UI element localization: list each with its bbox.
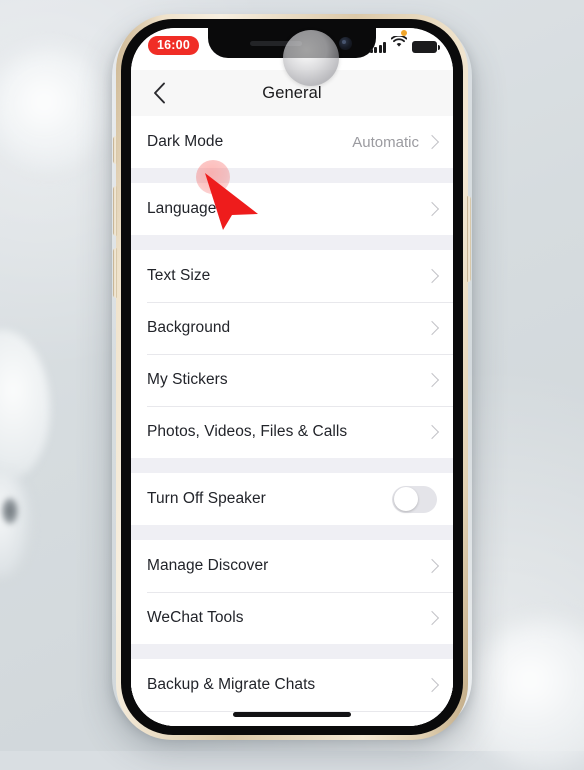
row-language[interactable]: Language xyxy=(131,183,453,235)
chevron-right-icon xyxy=(424,134,440,150)
background-object-lower-left xyxy=(0,470,30,578)
background-highlight xyxy=(0,48,110,168)
settings-list[interactable]: Dark Mode Automatic Language Text Size B… xyxy=(131,116,453,726)
mute-switch[interactable] xyxy=(113,136,117,164)
row-label: Manage Discover xyxy=(147,557,269,574)
background-object-left xyxy=(0,330,50,480)
row-label: Backup & Migrate Chats xyxy=(147,676,316,693)
chevron-right-icon xyxy=(424,558,440,574)
row-label: Language xyxy=(147,200,217,217)
cellular-signal-icon xyxy=(369,42,386,53)
row-backup-migrate-chats[interactable]: Backup & Migrate Chats xyxy=(131,659,453,711)
row-label: Text Size xyxy=(147,267,211,284)
row-my-stickers[interactable]: My Stickers xyxy=(131,354,453,406)
phone-screen: 16:00 General Dark Mode Automatic Langua… xyxy=(131,28,453,726)
back-chevron-icon xyxy=(153,82,165,104)
chevron-right-icon xyxy=(424,424,440,440)
chevron-right-icon xyxy=(424,372,440,388)
background-speck xyxy=(2,498,18,524)
row-label: Background xyxy=(147,319,231,336)
row-label: Turn Off Speaker xyxy=(147,490,266,507)
row-value: Automatic xyxy=(352,133,419,151)
chevron-right-icon xyxy=(424,610,440,626)
section-speaker: Turn Off Speaker xyxy=(131,473,453,525)
row-label: WeChat Tools xyxy=(147,609,244,626)
power-button[interactable] xyxy=(467,196,471,282)
status-time: 16:00 xyxy=(148,36,199,55)
chevron-right-icon xyxy=(424,268,440,284)
scene: 16:00 General Dark Mode Automatic Langua… xyxy=(0,0,584,770)
front-camera-icon xyxy=(339,37,352,50)
row-dark-mode[interactable]: Dark Mode Automatic xyxy=(131,116,453,168)
section-divider xyxy=(131,168,453,183)
section-display: Text Size Background My Stickers Photos,… xyxy=(131,250,453,458)
volume-down-button[interactable] xyxy=(113,248,117,298)
volume-up-button[interactable] xyxy=(113,186,117,236)
page-title: General xyxy=(262,83,322,102)
row-photos-videos-files-calls[interactable]: Photos, Videos, Files & Calls xyxy=(131,406,453,458)
row-wechat-tools[interactable]: WeChat Tools xyxy=(131,592,453,644)
row-label: Dark Mode xyxy=(147,133,224,150)
chevron-right-icon xyxy=(424,201,440,217)
row-manage-discover[interactable]: Manage Discover xyxy=(131,540,453,592)
turn-off-speaker-toggle[interactable] xyxy=(392,485,437,513)
back-button[interactable] xyxy=(139,70,179,116)
section-tools: Manage Discover WeChat Tools xyxy=(131,540,453,644)
row-background[interactable]: Background xyxy=(131,302,453,354)
section-appearance: Dark Mode Automatic xyxy=(131,116,453,168)
battery-icon xyxy=(412,41,440,53)
section-divider xyxy=(131,644,453,659)
background-highlight-right xyxy=(470,620,584,770)
chevron-right-icon xyxy=(424,320,440,336)
row-turn-off-speaker[interactable]: Turn Off Speaker xyxy=(131,473,453,525)
status-icons xyxy=(369,34,440,53)
section-divider xyxy=(131,235,453,250)
chevron-right-icon xyxy=(424,677,440,693)
row-label: Photos, Videos, Files & Calls xyxy=(147,423,348,440)
assistive-touch-button[interactable] xyxy=(283,30,339,86)
section-divider xyxy=(131,525,453,540)
wifi-icon xyxy=(390,34,408,53)
section-language: Language xyxy=(131,183,453,235)
home-indicator xyxy=(233,712,351,717)
row-text-size[interactable]: Text Size xyxy=(131,250,453,302)
section-divider xyxy=(131,458,453,473)
toggle-knob xyxy=(393,487,418,511)
row-label: My Stickers xyxy=(147,371,228,388)
